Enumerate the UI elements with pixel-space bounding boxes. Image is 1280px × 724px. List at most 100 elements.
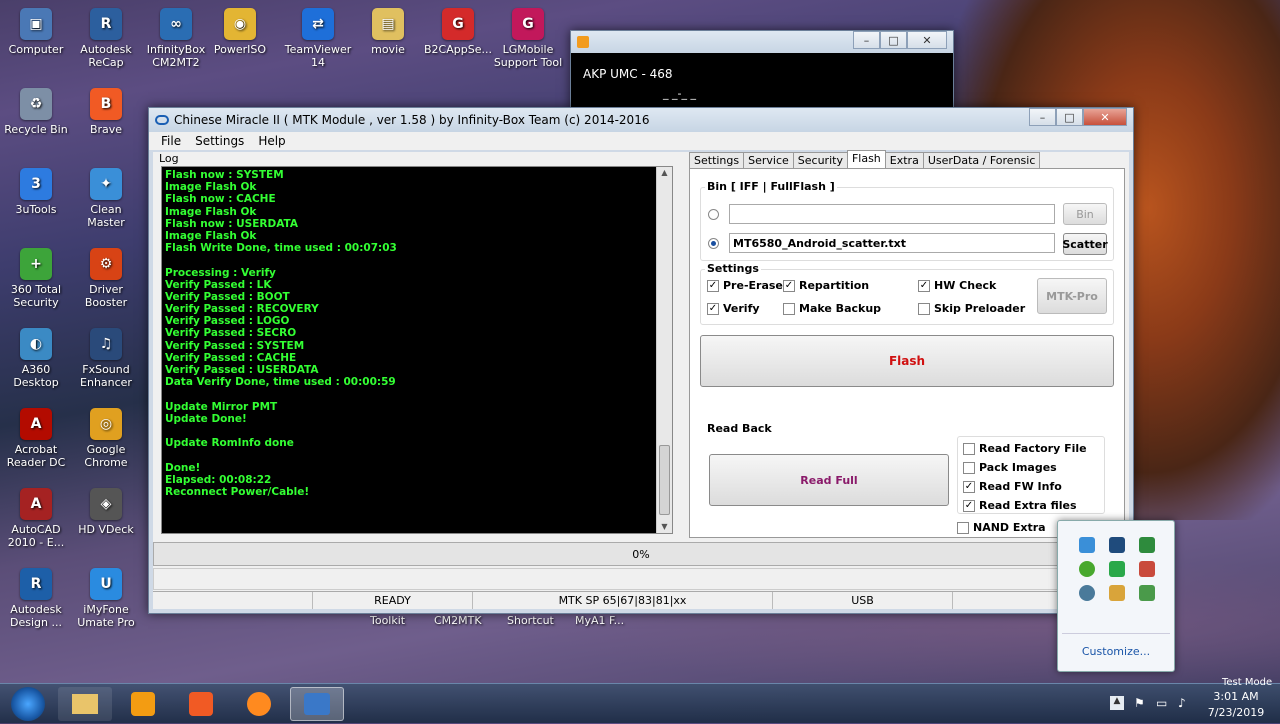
test-mode-watermark: Test Mode — [1222, 677, 1273, 688]
desktop-icon-poweriso[interactable]: ◉ PowerISO — [204, 8, 276, 56]
google-drive-tray-icon[interactable] — [1109, 561, 1125, 577]
minimize-button[interactable]: – — [1029, 108, 1056, 126]
desktop-icon-360-total-security[interactable]: +360 Total Security — [0, 248, 72, 309]
media-player-taskbar-icon[interactable] — [116, 687, 170, 721]
desktop-icon-teamviewer-14[interactable]: ⇄ TeamViewer 14 — [282, 8, 354, 69]
tab-extra[interactable]: Extra — [884, 152, 924, 168]
clean-master-tray-icon[interactable] — [1079, 537, 1095, 553]
desktop-label-mya1[interactable]: MyA1 F... — [575, 614, 624, 627]
read-extra-files-checkbox[interactable]: ✓ Read Extra files — [963, 499, 1077, 512]
read-fw-info-checkbox[interactable]: ✓ Read FW Info — [963, 480, 1062, 493]
cm2-titlebar[interactable]: Chinese Miracle II ( MTK Module , ver 1.… — [149, 108, 1133, 132]
log-line: Update Mirror PMT — [165, 400, 278, 413]
log-console[interactable]: Flash now : SYSTEM Image Flash Ok Flash no… — [161, 166, 673, 534]
network-tray-icon[interactable] — [1139, 537, 1155, 553]
skip-preloader-checkbox[interactable]: Skip Preloader — [918, 302, 1025, 315]
start-button[interactable] — [4, 684, 52, 724]
mtk-taskbar-icon[interactable] — [290, 687, 344, 721]
verify-checkbox[interactable]: ✓ Verify — [707, 302, 760, 315]
fxsound-tray-icon[interactable] — [1109, 537, 1125, 553]
maximize-button[interactable]: □ — [1056, 108, 1083, 126]
customize-link[interactable]: Customize... — [1058, 645, 1174, 658]
mtk-pro-button[interactable]: MTK-Pro — [1037, 278, 1107, 314]
log-line: Data Verify Done, time used : 00:00:59 — [165, 376, 396, 389]
make-backup-checkbox[interactable]: Make Backup — [783, 302, 881, 315]
device-error-tray-icon[interactable] — [1139, 561, 1155, 577]
tab-service[interactable]: Service — [743, 152, 794, 168]
brave-taskbar-icon[interactable] — [174, 687, 228, 721]
clock-time[interactable]: 3:01 AM — [1206, 690, 1266, 703]
app-icon: ∞ — [160, 8, 192, 40]
akp-titlebar[interactable]: – □ ✕ — [571, 31, 953, 53]
clock-date[interactable]: 7/23/2019 — [1206, 706, 1266, 719]
flag-icon[interactable]: ⚑ — [1134, 696, 1148, 710]
minimize-button[interactable]: – — [853, 31, 880, 49]
pack-images-checkbox[interactable]: Pack Images — [963, 461, 1057, 474]
desktop-label-toolkit[interactable]: Toolkit — [370, 614, 405, 627]
desktop-icon-fxsound-enhancer[interactable]: ♫ FxSound Enhancer — [70, 328, 142, 389]
tray-expand-icon[interactable]: ▲ — [1110, 696, 1124, 710]
menu-file[interactable]: File — [161, 134, 181, 148]
desktop-icon-3utools[interactable]: 3 3uTools — [0, 168, 72, 216]
desktop-icon-infinitybox-cm2mt2[interactable]: ∞ InfinityBox CM2MT2 — [140, 8, 212, 69]
bin-button[interactable]: Bin — [1063, 203, 1107, 225]
desktop-icon-imyfone-umate-pro[interactable]: UiMyFone Umate Pro — [70, 568, 142, 629]
scatter-button[interactable]: Scatter — [1062, 233, 1108, 255]
update-tray-icon[interactable] — [1109, 585, 1125, 601]
checkbox-label: Read Extra files — [979, 499, 1077, 512]
cm2-main-window[interactable]: Chinese Miracle II ( MTK Module , ver 1.… — [148, 107, 1134, 614]
volume-icon[interactable]: ♪ — [1178, 696, 1192, 710]
menu-settings[interactable]: Settings — [195, 134, 244, 148]
repartition-checkbox[interactable]: ✓ Repartition — [783, 279, 869, 292]
hw-check-checkbox[interactable]: ✓ HW Check — [918, 279, 996, 292]
explorer-taskbar-icon[interactable] — [58, 687, 112, 721]
usb-ok-tray-icon[interactable] — [1139, 585, 1155, 601]
tab-userdata-forensic[interactable]: UserData / Forensic — [922, 152, 1041, 168]
desktop-icon-google-chrome[interactable]: ◎ Google Chrome — [70, 408, 142, 469]
desktop-icon-a360-desktop[interactable]: ◐ A360 Desktop — [0, 328, 72, 389]
desktop-icon-autocad-2010-e[interactable]: A AutoCAD 2010 - E... — [0, 488, 72, 549]
scatter-path-field[interactable]: MT6580_Android_scatter.txt — [729, 233, 1055, 253]
close-button[interactable]: ✕ — [907, 31, 947, 49]
close-button[interactable]: ✕ — [1083, 108, 1127, 126]
sync-tray-icon[interactable] — [1079, 585, 1095, 601]
desktop-icon-computer[interactable]: ▣ Computer — [0, 8, 72, 56]
scroll-up-icon[interactable]: ▲ — [657, 167, 672, 179]
desktop-icon-driver-booster[interactable]: ⚙ Driver Booster — [70, 248, 142, 309]
desktop-icon-hd-vdeck[interactable]: ◈ HD VDeck — [70, 488, 142, 536]
desktop-icon-brave[interactable]: B Brave — [70, 88, 142, 136]
nand-extra-checkbox[interactable]: NAND Extra — [957, 521, 1046, 534]
log-line: Flash now : SYSTEM — [165, 169, 284, 181]
maximize-button[interactable]: □ — [880, 31, 907, 49]
flash-button[interactable]: Flash — [700, 335, 1114, 387]
desktop-icon-clean-master[interactable]: ✦ Clean Master — [70, 168, 142, 229]
uc-browser-taskbar-icon[interactable] — [232, 687, 286, 721]
tab-security[interactable]: Security — [792, 152, 848, 168]
desktop-icon-b2cappse[interactable]: G B2CAppSe... — [422, 8, 494, 56]
bin-path-field[interactable] — [729, 204, 1055, 224]
scroll-thumb[interactable] — [659, 445, 670, 515]
desktop-icon-lgmobile-support-tool[interactable]: G LGMobile Support Tool — [492, 8, 564, 69]
read-full-button[interactable]: Read Full — [709, 454, 949, 506]
scatter-radio[interactable] — [708, 238, 719, 249]
360-security-tray-icon[interactable] — [1079, 561, 1095, 577]
log-scrollbar[interactable]: ▲ ▼ — [656, 167, 672, 533]
desktop-icon-autodesk-recap[interactable]: R Autodesk ReCap — [70, 8, 142, 69]
desktop-icon-label: movie — [371, 43, 405, 56]
network-icon[interactable]: ▭ — [1156, 696, 1170, 710]
bin-radio[interactable] — [708, 209, 719, 220]
desktop-label-cm2mtk[interactable]: CM2MTK — [434, 614, 482, 627]
desktop-label-shortcut[interactable]: Shortcut — [507, 614, 554, 627]
pre-erase-checkbox[interactable]: ✓ Pre-Erase — [707, 279, 783, 292]
desktop-icon-acrobat-reader-dc[interactable]: A Acrobat Reader DC — [0, 408, 72, 469]
tab-settings[interactable]: Settings — [689, 152, 745, 168]
scroll-down-icon[interactable]: ▼ — [657, 521, 672, 533]
akp-umc-window[interactable]: – □ ✕ AKP UMC - 468 _ _-_ _ — [570, 30, 954, 110]
read-factory-file-checkbox[interactable]: Read Factory File — [963, 442, 1087, 455]
menu-help[interactable]: Help — [258, 134, 285, 148]
desktop-icon-movie[interactable]: ▤ movie — [352, 8, 424, 56]
desktop-icon-autodesk-design[interactable]: R Autodesk Design ... — [0, 568, 72, 629]
tab-flash[interactable]: Flash — [846, 150, 886, 168]
desktop-icon-recycle-bin[interactable]: ♻ Recycle Bin — [0, 88, 72, 136]
